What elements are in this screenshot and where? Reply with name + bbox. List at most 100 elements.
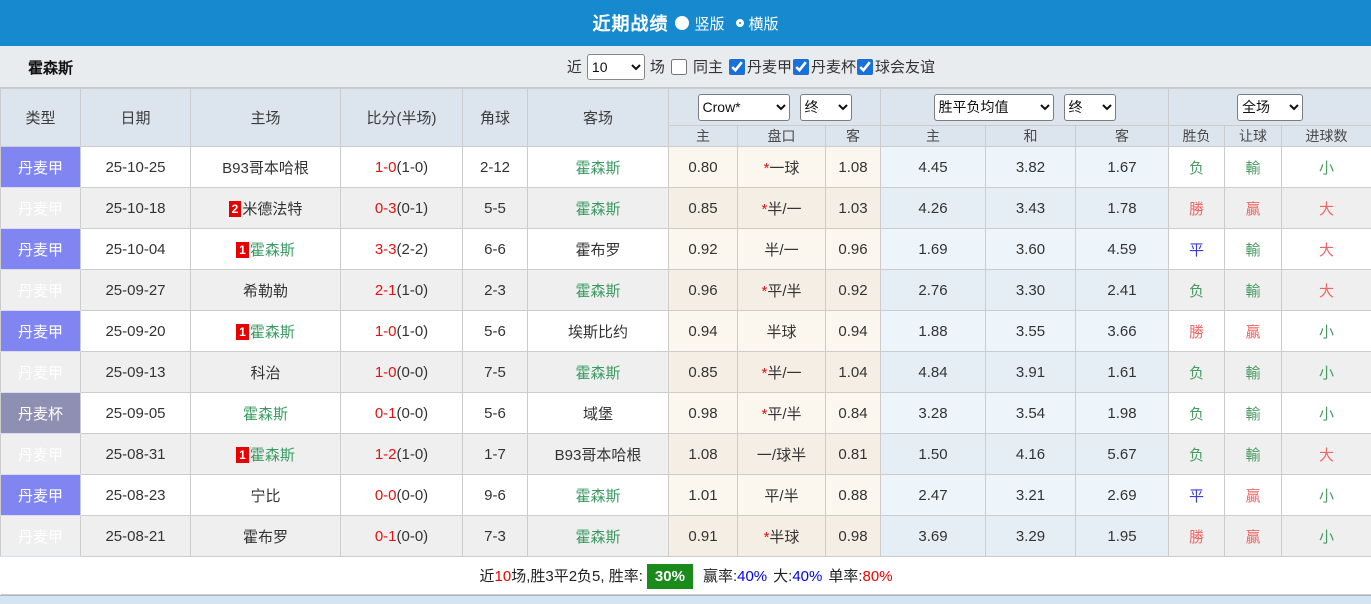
home-team-name: 米德法特 bbox=[242, 201, 302, 218]
avg-home: 1.88 bbox=[881, 311, 986, 352]
horizontal-layout-label[interactable]: 横版 bbox=[749, 13, 779, 34]
handicap-line: *半/一 bbox=[738, 352, 826, 393]
matches-label: 场 bbox=[650, 56, 665, 77]
match-row: 丹麦甲25-09-13科治1-0(0-0)7-5霍森斯0.85*半/一1.044… bbox=[1, 352, 1371, 393]
match-date: 25-08-31 bbox=[81, 434, 191, 475]
recent-count-select[interactable]: 10 bbox=[587, 54, 645, 80]
score: 1-0(1-0) bbox=[341, 311, 463, 352]
odds-home: 0.85 bbox=[669, 188, 738, 229]
topbar: 近期战绩 竖版 横版 bbox=[0, 0, 1371, 46]
handicap-line: *平/半 bbox=[738, 393, 826, 434]
avg-away: 3.66 bbox=[1076, 311, 1169, 352]
avg-home: 3.69 bbox=[881, 516, 986, 557]
avg-away: 1.61 bbox=[1076, 352, 1169, 393]
handicap-line: 半/一 bbox=[738, 229, 826, 270]
match-date: 25-09-13 bbox=[81, 352, 191, 393]
col-header-type: 类型 bbox=[1, 89, 81, 147]
same-home-label: 同主 bbox=[693, 56, 723, 77]
result-handicap: 輸 bbox=[1225, 147, 1282, 188]
score: 0-1(0-0) bbox=[341, 393, 463, 434]
avg-away: 5.67 bbox=[1076, 434, 1169, 475]
corners: 5-6 bbox=[463, 311, 528, 352]
halftime-score: (0-1) bbox=[397, 200, 429, 217]
league-type: 丹麦甲 bbox=[1, 311, 81, 352]
win-rate-badge: 30% bbox=[647, 564, 693, 589]
league-type: 丹麦甲 bbox=[1, 270, 81, 311]
avg-type-select[interactable]: 胜平负均值 bbox=[934, 94, 1054, 121]
odds-away: 0.84 bbox=[826, 393, 881, 434]
result-goals: 小 bbox=[1282, 475, 1371, 516]
vertical-layout-label[interactable]: 竖版 bbox=[694, 13, 724, 34]
horizontal-layout-radio[interactable] bbox=[736, 19, 744, 27]
avg-away: 2.41 bbox=[1076, 270, 1169, 311]
layout-radio-group: 竖版 横版 bbox=[675, 13, 778, 34]
home-team: 2米德法特 bbox=[191, 188, 341, 229]
scope-select[interactable]: 全场 bbox=[1237, 94, 1303, 121]
odds-away: 1.04 bbox=[826, 352, 881, 393]
match-date: 25-10-25 bbox=[81, 147, 191, 188]
avg-home: 4.45 bbox=[881, 147, 986, 188]
away-team-name: 霍布罗 bbox=[575, 242, 620, 259]
result-wdl: 平 bbox=[1169, 475, 1225, 516]
match-row: 丹麦甲25-10-182米德法特0-3(0-1)5-5霍森斯0.85*半/一1.… bbox=[1, 188, 1371, 229]
single-rate-label: 单率: bbox=[828, 568, 862, 585]
score: 3-3(2-2) bbox=[341, 229, 463, 270]
fulltime-score: 1-2 bbox=[375, 446, 397, 463]
league-label: 丹麦甲 bbox=[747, 56, 792, 77]
avg-home: 1.69 bbox=[881, 229, 986, 270]
avg-draw: 3.91 bbox=[986, 352, 1076, 393]
handicap-line: 平/半 bbox=[738, 475, 826, 516]
match-date: 25-08-21 bbox=[81, 516, 191, 557]
home-team-name: 希勒勒 bbox=[243, 283, 288, 300]
summary-recent-label: 近 bbox=[480, 568, 495, 585]
away-team: 霍森斯 bbox=[528, 516, 669, 557]
handicap-text: 一/球半 bbox=[757, 447, 806, 464]
league-checkbox-球会友谊[interactable] bbox=[857, 59, 873, 75]
home-team: 科治 bbox=[191, 352, 341, 393]
avg-home: 3.28 bbox=[881, 393, 986, 434]
summary-recent-count: 10 bbox=[495, 568, 512, 585]
home-team: 1霍森斯 bbox=[191, 434, 341, 475]
odds-home: 0.80 bbox=[669, 147, 738, 188]
odds-home: 1.08 bbox=[669, 434, 738, 475]
red-card-badge: 1 bbox=[236, 447, 249, 463]
result-handicap: 贏 bbox=[1225, 516, 1282, 557]
home-team: 希勒勒 bbox=[191, 270, 341, 311]
filter-controls: 近 10 场 同主 丹麦甲丹麦杯球会友谊 bbox=[567, 46, 935, 87]
halftime-score: (1-0) bbox=[397, 159, 429, 176]
red-card-badge: 1 bbox=[236, 242, 249, 258]
corners: 2-12 bbox=[463, 147, 528, 188]
corners: 5-5 bbox=[463, 188, 528, 229]
odds-home: 0.98 bbox=[669, 393, 738, 434]
match-date: 25-09-05 bbox=[81, 393, 191, 434]
handicap-text: 半球 bbox=[769, 529, 799, 546]
avg-draw: 3.30 bbox=[986, 270, 1076, 311]
col-header-away: 客场 bbox=[528, 89, 669, 147]
fulltime-score: 1-0 bbox=[375, 159, 397, 176]
result-goals: 小 bbox=[1282, 352, 1371, 393]
away-team-name: 霍森斯 bbox=[575, 488, 620, 505]
handicap-text: 半/一 bbox=[767, 201, 801, 218]
vertical-layout-radio[interactable] bbox=[675, 16, 689, 30]
league-checkbox-丹麦杯[interactable] bbox=[793, 59, 809, 75]
away-team: 域堡 bbox=[528, 393, 669, 434]
red-card-badge: 2 bbox=[229, 201, 242, 217]
match-date: 25-09-27 bbox=[81, 270, 191, 311]
league-checkbox-丹麦甲[interactable] bbox=[729, 59, 745, 75]
odds-time-select[interactable]: 终 bbox=[800, 94, 852, 121]
avg-home: 2.47 bbox=[881, 475, 986, 516]
same-home-checkbox[interactable] bbox=[671, 59, 687, 75]
league-filters: 丹麦甲丹麦杯球会友谊 bbox=[728, 56, 935, 77]
halftime-score: (0-0) bbox=[397, 487, 429, 504]
avg-time-select[interactable]: 终 bbox=[1064, 94, 1116, 121]
result-wdl: 勝 bbox=[1169, 188, 1225, 229]
odds-company-select[interactable]: Crow* bbox=[698, 94, 790, 121]
result-handicap: 輸 bbox=[1225, 229, 1282, 270]
league-type: 丹麦甲 bbox=[1, 352, 81, 393]
fulltime-score: 3-3 bbox=[375, 241, 397, 258]
result-wdl: 负 bbox=[1169, 434, 1225, 475]
avg-away: 1.67 bbox=[1076, 147, 1169, 188]
subheader-avg-away: 客 bbox=[1076, 126, 1169, 147]
result-goals: 大 bbox=[1282, 270, 1371, 311]
avg-draw: 3.29 bbox=[986, 516, 1076, 557]
